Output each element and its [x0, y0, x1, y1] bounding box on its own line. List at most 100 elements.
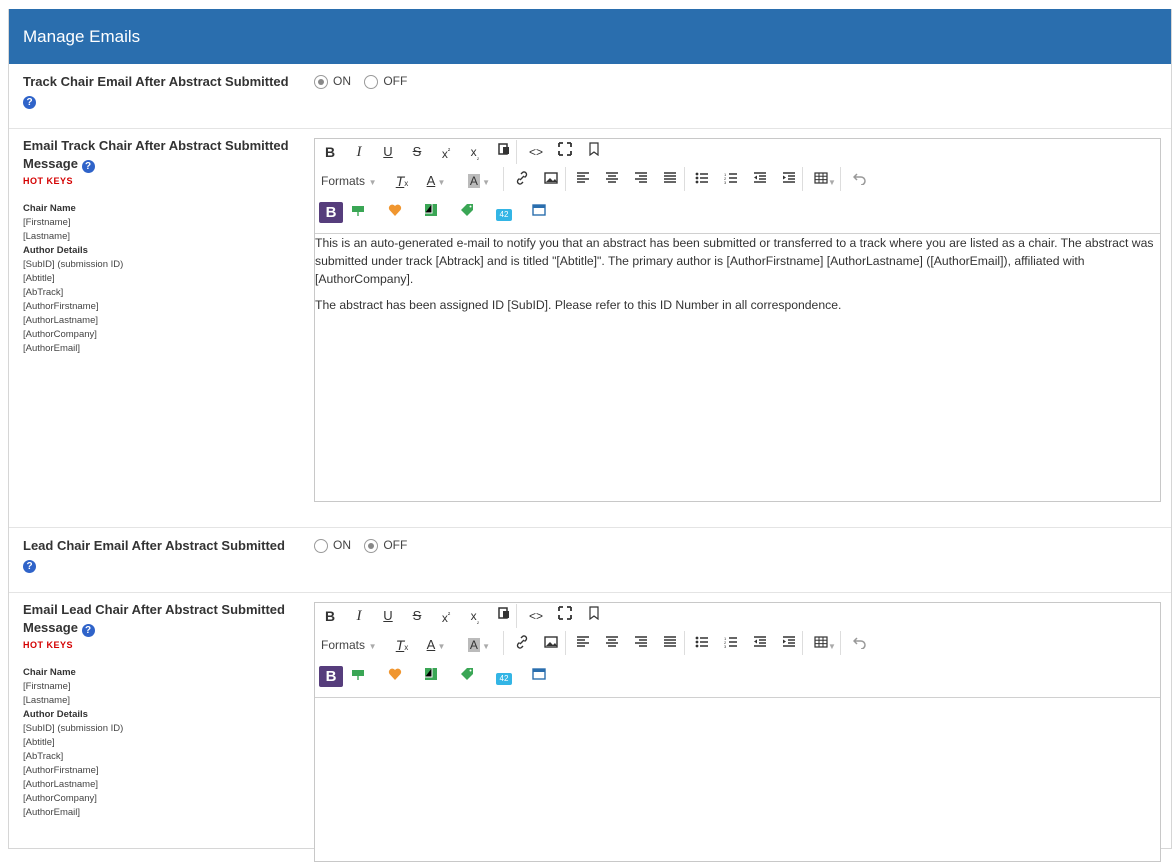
message-row: Email Track Chair After Abstract Submitt…	[9, 129, 1171, 528]
chevron-down-icon: ▼	[368, 642, 377, 651]
on-radio-label: ON	[333, 74, 351, 88]
bookmark-icon[interactable]	[583, 141, 605, 163]
toolbar-separator	[503, 631, 504, 655]
paste-icon[interactable]	[493, 605, 515, 627]
layout-icon[interactable]	[419, 202, 443, 224]
hot-key-item: [Lastname]	[23, 231, 70, 242]
text-color-icon[interactable]: A ▼	[418, 634, 454, 656]
superscript-icon[interactable]: x²	[435, 141, 457, 163]
fullscreen-icon[interactable]	[554, 605, 576, 627]
hot-key-item: [Firstname]	[23, 217, 71, 228]
undo-icon[interactable]	[849, 170, 871, 192]
toolbar-separator	[840, 631, 841, 655]
hot-key-item: [Abtitle]	[23, 737, 55, 748]
button-icon[interactable]	[346, 202, 370, 224]
align-left-icon[interactable]	[572, 634, 594, 656]
help-icon[interactable]: ?	[23, 96, 36, 109]
indent-icon[interactable]	[778, 170, 800, 192]
justify-icon[interactable]	[659, 170, 681, 192]
bullet-list-icon[interactable]	[691, 634, 713, 656]
text-color-icon[interactable]: A ▼	[418, 170, 454, 192]
image-icon[interactable]	[540, 634, 562, 656]
help-icon[interactable]: ?	[23, 560, 36, 573]
counter-icon[interactable]: 42	[492, 666, 516, 688]
subscript-icon[interactable]: x₂	[464, 605, 486, 627]
counter-icon[interactable]: 42	[492, 202, 516, 224]
bg-color-icon[interactable]: A ▼	[461, 170, 497, 192]
chevron-down-icon: ▼	[368, 178, 377, 187]
align-center-icon[interactable]	[601, 170, 623, 192]
off-radio[interactable]	[364, 539, 379, 553]
bookmark-icon[interactable]	[583, 605, 605, 627]
hot-key-item: [AuthorEmail]	[23, 343, 81, 354]
message-editor: B I U Sx² x₂ <> Formats ▼ Tx A ▼ A ▼ 1 2 3 ▼ B 42 This i…	[314, 138, 1161, 502]
off-radio-label: OFF	[383, 538, 408, 552]
align-right-icon[interactable]	[630, 634, 652, 656]
panel-icon[interactable]	[527, 666, 551, 688]
hot-key-item: [AuthorFirstname]	[23, 765, 99, 776]
toolbar-separator	[684, 631, 685, 655]
on-radio[interactable]	[314, 75, 328, 89]
hot-key-item: [AbTrack]	[23, 287, 64, 298]
formats-dropdown[interactable]: Formats ▼	[321, 634, 381, 656]
hot-key-item: Chair Name	[23, 667, 76, 678]
image-icon[interactable]	[540, 170, 562, 192]
italic-icon[interactable]: I	[348, 141, 370, 163]
subscript-icon[interactable]: x₂	[464, 141, 486, 163]
heart-icon[interactable]	[383, 666, 407, 688]
tag-icon[interactable]	[455, 202, 479, 224]
indent-icon[interactable]	[778, 634, 800, 656]
paste-icon[interactable]	[493, 141, 515, 163]
bold-icon[interactable]: B	[319, 141, 341, 163]
link-icon[interactable]	[511, 170, 533, 192]
strikethrough-icon[interactable]: S	[406, 141, 428, 163]
clear-format-icon[interactable]: Tx	[391, 634, 413, 656]
toggle-radios: ON OFF	[314, 74, 417, 89]
help-icon[interactable]: ?	[81, 624, 95, 637]
toolbar-separator	[516, 604, 517, 628]
bold-icon[interactable]: B	[319, 605, 341, 627]
bullet-list-icon[interactable]	[691, 170, 713, 192]
bootstrap-icon[interactable]: B	[317, 666, 345, 688]
align-center-icon[interactable]	[601, 634, 623, 656]
table-icon[interactable]: ▼	[810, 634, 840, 656]
italic-icon[interactable]: I	[348, 605, 370, 627]
strikethrough-icon[interactable]: S	[406, 605, 428, 627]
toggle-label: Lead Chair Email After Abstract Submitte…	[23, 538, 285, 573]
justify-icon[interactable]	[659, 634, 681, 656]
editor-content[interactable]: This is an auto-generated e-mail to noti…	[315, 234, 1160, 502]
numbered-list-icon[interactable]: 123	[720, 170, 742, 192]
bg-color-icon[interactable]: A ▼	[461, 634, 497, 656]
undo-icon[interactable]	[849, 634, 871, 656]
superscript-icon[interactable]: x²	[435, 605, 457, 627]
on-radio[interactable]	[314, 539, 328, 553]
tag-icon[interactable]	[455, 666, 479, 688]
numbered-list-icon[interactable]: 123	[720, 634, 742, 656]
underline-icon[interactable]: U	[377, 141, 399, 163]
heart-icon[interactable]	[383, 202, 407, 224]
bootstrap-icon[interactable]: B	[317, 202, 345, 224]
fullscreen-icon[interactable]	[554, 141, 576, 163]
outdent-icon[interactable]	[749, 170, 771, 192]
align-right-icon[interactable]	[630, 170, 652, 192]
table-icon[interactable]: ▼	[810, 170, 840, 192]
toolbar-separator	[802, 631, 803, 655]
off-radio[interactable]	[364, 75, 379, 89]
code-icon[interactable]: <>	[525, 605, 547, 627]
link-icon[interactable]	[511, 634, 533, 656]
align-left-icon[interactable]	[572, 170, 594, 192]
hot-key-item: [SubID] (submission ID)	[23, 723, 124, 734]
formats-dropdown[interactable]: Formats ▼	[321, 170, 381, 192]
underline-icon[interactable]: U	[377, 605, 399, 627]
outdent-icon[interactable]	[749, 634, 771, 656]
panel-icon[interactable]	[527, 202, 551, 224]
help-icon[interactable]: ?	[81, 160, 95, 173]
layout-icon[interactable]	[419, 666, 443, 688]
editor-toolbar: B I U Sx² x₂ <> Formats ▼ Tx A ▼ A ▼ 1 2 3 ▼ B 42	[315, 603, 1160, 698]
clear-format-icon[interactable]: Tx	[391, 170, 413, 192]
hot-key-item: [Abtitle]	[23, 273, 55, 284]
button-icon[interactable]	[346, 666, 370, 688]
code-icon[interactable]: <>	[525, 141, 547, 163]
hot-key-item: [AbTrack]	[23, 751, 64, 762]
editor-content[interactable]	[315, 698, 1160, 862]
